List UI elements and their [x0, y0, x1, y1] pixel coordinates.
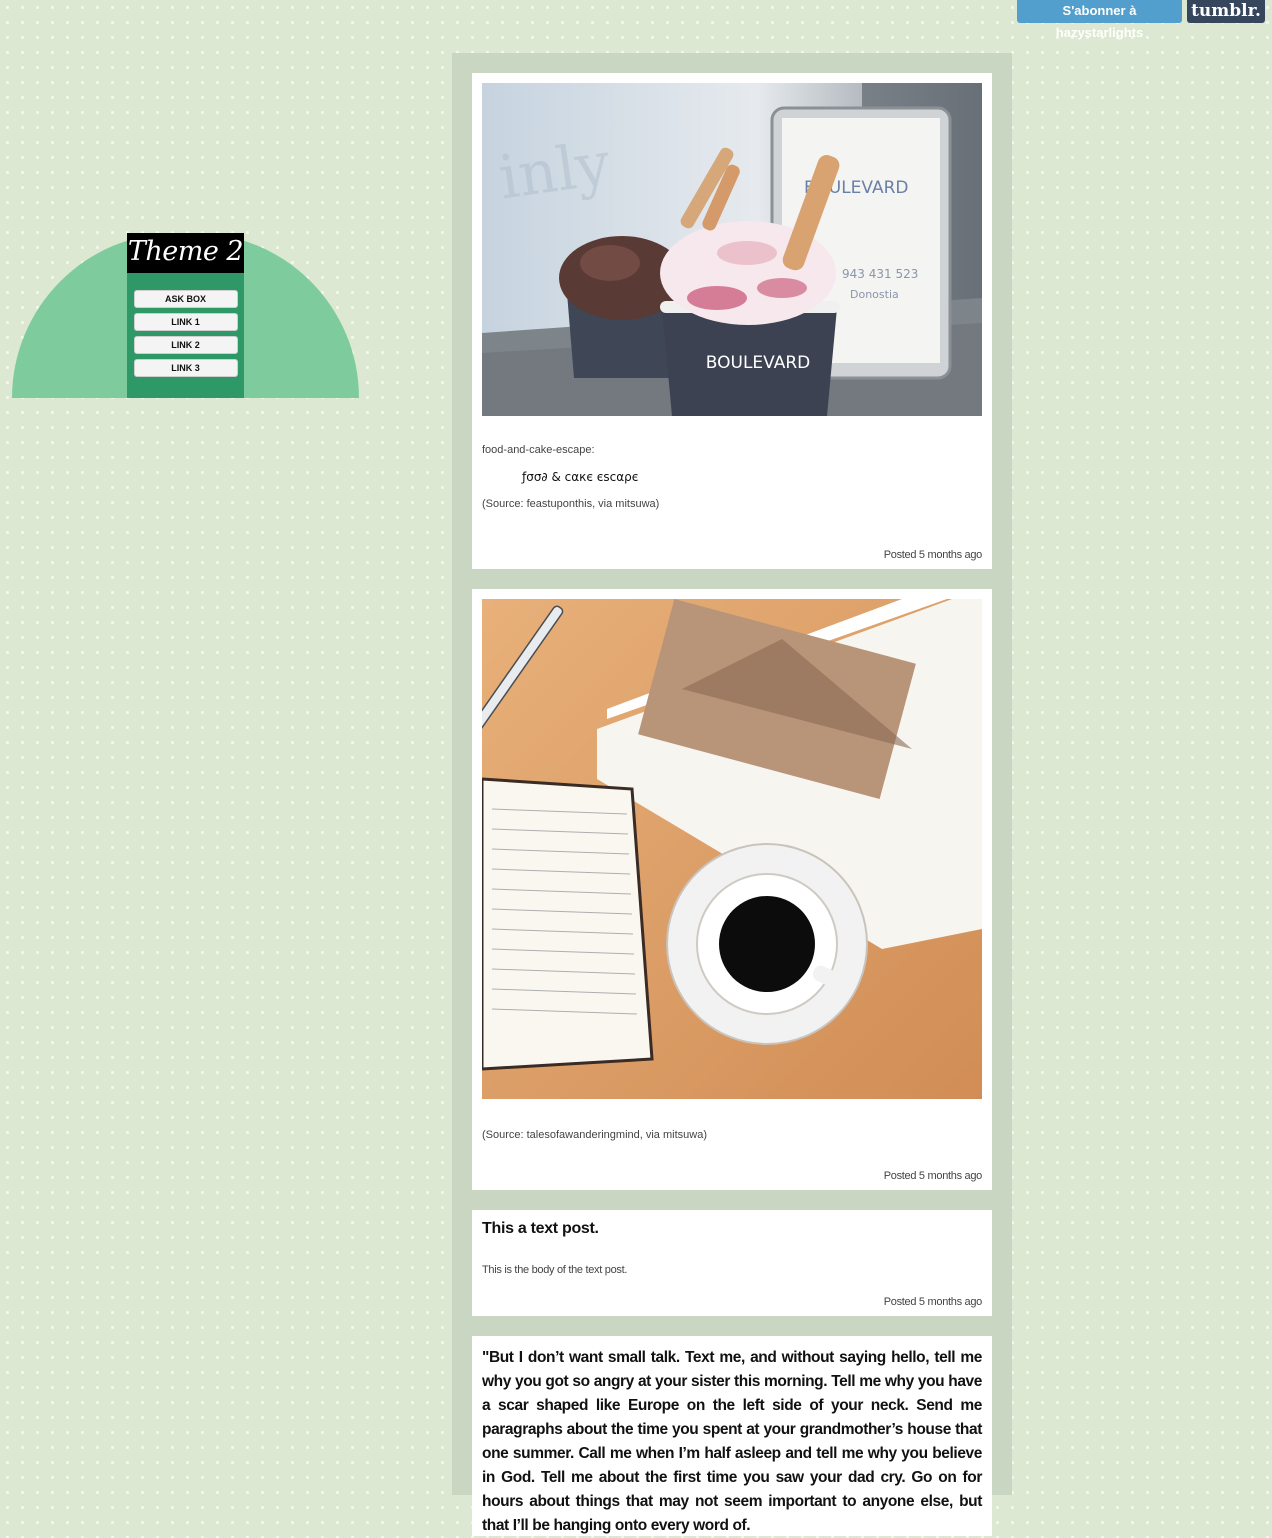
source-line[interactable]: (Source: feastuponthis, via mitsuwa): [482, 498, 982, 510]
post-meta[interactable]: Posted 5 months ago: [884, 549, 983, 561]
svg-text:943 431 523: 943 431 523: [842, 267, 918, 281]
post-meta[interactable]: Posted 5 months ago: [884, 1296, 983, 1308]
posts-column: inly BOULEVARD 943 431 523 Donostia BOUL…: [452, 53, 1012, 1536]
quote-text: "But I don’t want small talk. Text me, a…: [482, 1349, 982, 1534]
link-1[interactable]: LINK 1: [133, 313, 238, 331]
ask-box-link[interactable]: ASK BOX: [133, 290, 238, 308]
sidebar-links: ASK BOX LINK 1 LINK 2 LINK 3: [127, 273, 244, 377]
link-2[interactable]: LINK 2: [133, 336, 238, 354]
source-line[interactable]: (Source: talesofawanderingmind, via mits…: [482, 1129, 982, 1141]
quote-post: "But I don’t want small talk. Text me, a…: [472, 1336, 992, 1536]
subscribe-button[interactable]: S'abonner à hazystarlights: [1017, 0, 1182, 40]
journal-coffee-photo[interactable]: [482, 599, 982, 1099]
tumblr-controls: S'abonner à hazystarlights tumblr.: [1017, 0, 1265, 40]
text-post: This a text post. This is the body of th…: [472, 1210, 992, 1316]
text-post-body: This is the body of the text post.: [482, 1264, 628, 1276]
link-3[interactable]: LINK 3: [133, 359, 238, 377]
source-blog-name[interactable]: food-and-cake-escape:: [482, 444, 982, 456]
post-meta[interactable]: Posted 5 months ago: [884, 1170, 983, 1182]
photo-post: inly BOULEVARD 943 431 523 Donostia BOUL…: [472, 73, 992, 569]
svg-text:Donostia: Donostia: [850, 288, 899, 301]
sidebar-menu: Theme 2 ASK BOX LINK 1 LINK 2 LINK 3: [127, 233, 244, 398]
blog-title[interactable]: Theme 2: [127, 233, 244, 273]
svg-text:BOULEVARD: BOULEVARD: [706, 353, 810, 373]
stylized-caption: ƒσσ∂ & cαкє єѕcαρє: [522, 470, 639, 484]
tumblr-logo-button[interactable]: tumblr.: [1187, 0, 1265, 23]
photo-post: (Source: talesofawanderingmind, via mits…: [472, 589, 992, 1190]
ice-cream-photo[interactable]: inly BOULEVARD 943 431 523 Donostia BOUL…: [482, 83, 982, 416]
text-post-title: This a text post.: [482, 1220, 599, 1237]
